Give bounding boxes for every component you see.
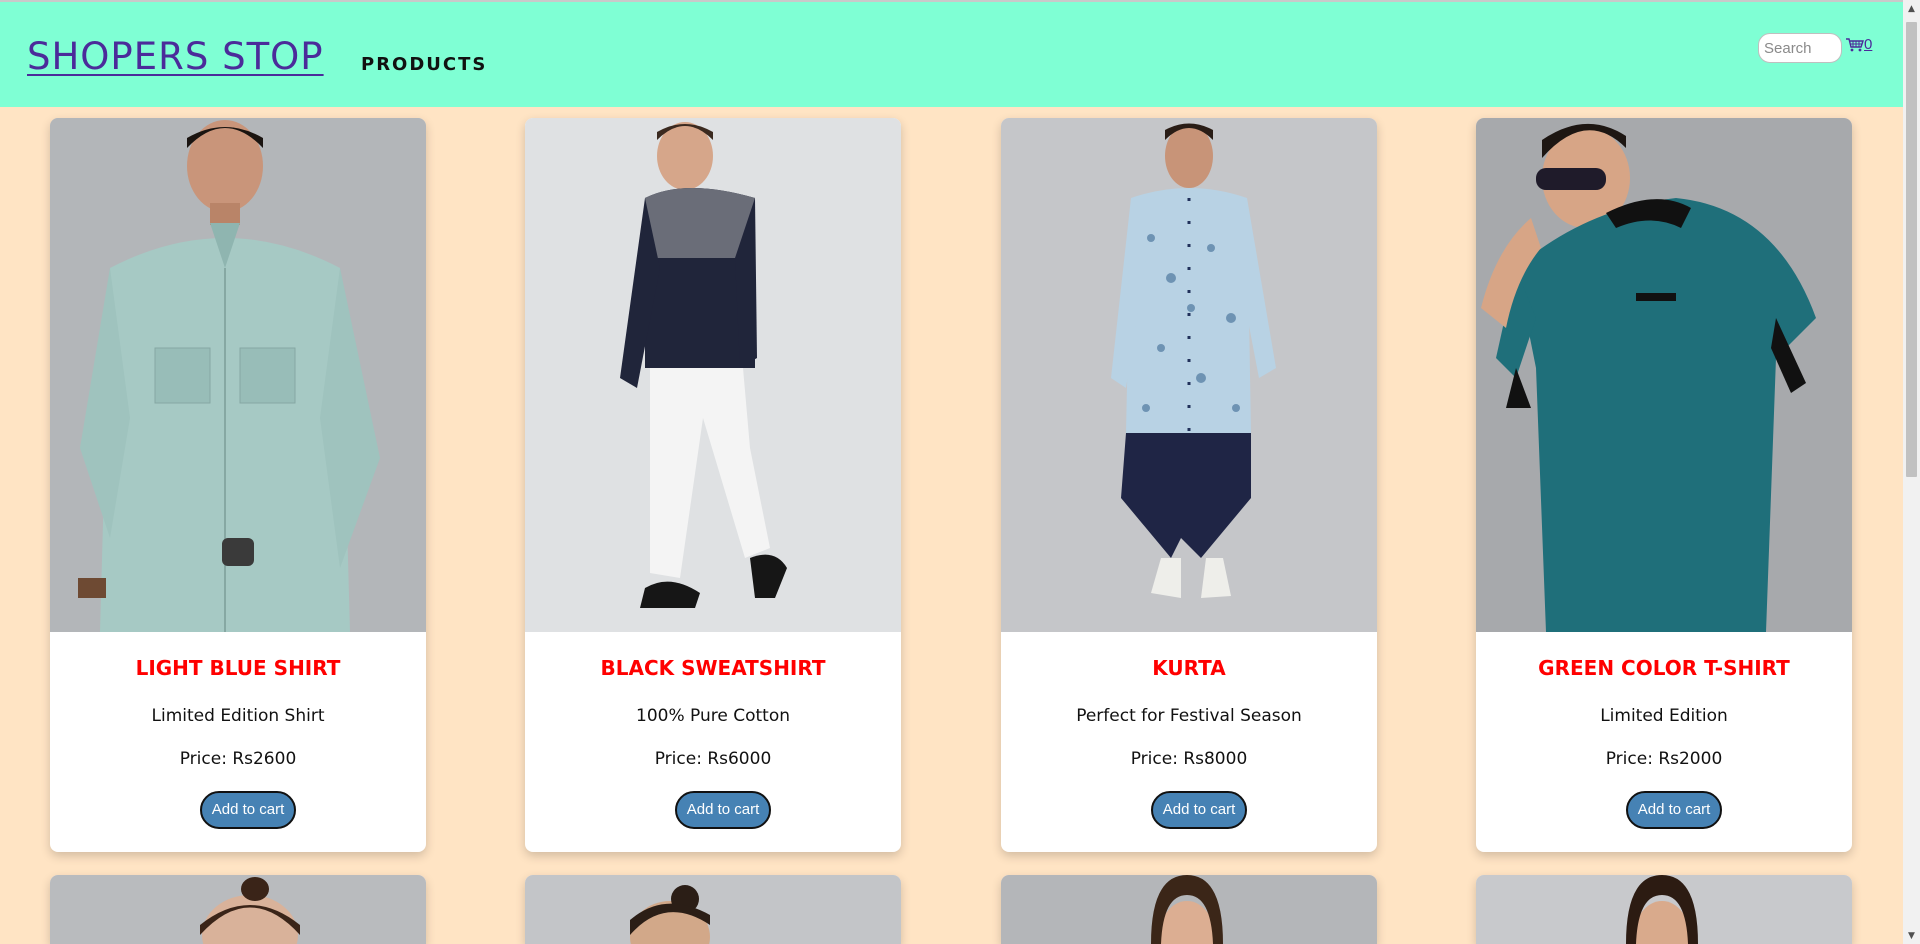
nav-products-link[interactable]: PRODUCTS [361, 54, 487, 75]
product-image [1001, 118, 1377, 632]
product-card-partial [1476, 875, 1852, 944]
product-description: Limited Edition Shirt [151, 706, 325, 726]
add-to-cart-button[interactable]: Add to cart [675, 791, 771, 829]
product-price: Price: Rs2600 [179, 749, 297, 769]
scroll-down-arrow-icon[interactable]: ▼ [1903, 927, 1920, 944]
product-price: Price: Rs2000 [1605, 749, 1723, 769]
cart-count: 0 [1864, 36, 1873, 53]
product-card: GREEN COLOR T-SHIRT Limited Edition Pric… [1476, 118, 1852, 852]
vertical-scrollbar[interactable]: ▲ ▼ [1903, 0, 1920, 944]
product-image [1476, 875, 1852, 944]
cart-link[interactable]: 0 [1846, 36, 1872, 53]
product-card: LIGHT BLUE SHIRT Limited Edition Shirt P… [50, 118, 426, 852]
product-description: Perfect for Festival Season [1076, 706, 1302, 726]
product-title: GREEN COLOR T-SHIRT [1538, 656, 1790, 680]
product-card-partial [525, 875, 901, 944]
site-header: SHOPERS STOP PRODUCTS 0 [0, 2, 1903, 107]
add-to-cart-button[interactable]: Add to cart [1626, 791, 1722, 829]
product-card: BLACK SWEATSHIRT 100% Pure Cotton Price:… [525, 118, 901, 852]
add-to-cart-button[interactable]: Add to cart [200, 791, 296, 829]
product-card: KURTA Perfect for Festival Season Price:… [1001, 118, 1377, 852]
product-price: Price: Rs8000 [1130, 749, 1248, 769]
product-title: BLACK SWEATSHIRT [600, 656, 826, 680]
product-description: 100% Pure Cotton [636, 706, 790, 726]
product-price: Price: Rs6000 [654, 749, 772, 769]
product-image [1001, 875, 1377, 944]
product-image [525, 875, 901, 944]
product-description: Limited Edition [1600, 706, 1728, 726]
product-card-partial [1001, 875, 1377, 944]
search-input[interactable] [1758, 33, 1842, 63]
product-image [1476, 118, 1852, 632]
product-image [525, 118, 901, 632]
scroll-up-arrow-icon[interactable]: ▲ [1903, 0, 1920, 17]
brand-logo-link[interactable]: SHOPERS STOP [27, 35, 324, 78]
product-image [50, 118, 426, 632]
product-image [50, 875, 426, 944]
product-card-partial [50, 875, 426, 944]
product-title: KURTA [1152, 656, 1226, 680]
add-to-cart-button[interactable]: Add to cart [1151, 791, 1247, 829]
scrollbar-thumb[interactable] [1906, 22, 1917, 477]
cart-icon [1846, 37, 1864, 52]
product-title: LIGHT BLUE SHIRT [135, 656, 341, 680]
